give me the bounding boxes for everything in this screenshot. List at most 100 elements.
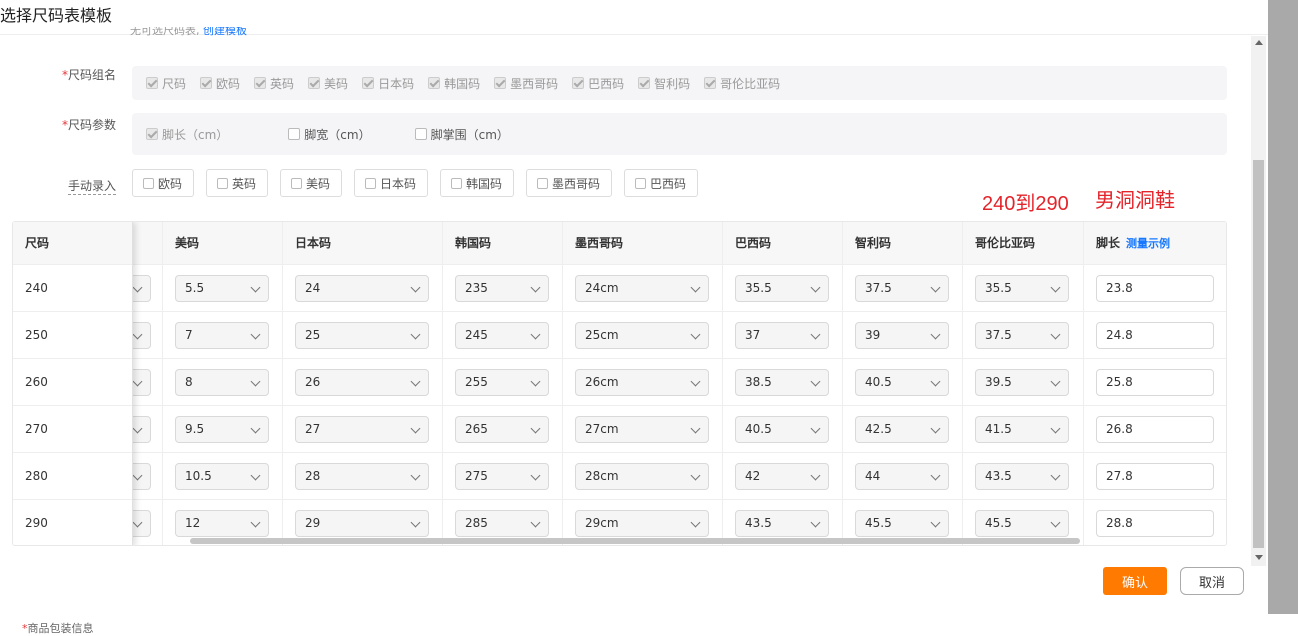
size-group-checkbox: 巴西码 bbox=[572, 75, 624, 92]
size-select[interactable]: 27 bbox=[295, 416, 429, 443]
size-select[interactable]: 10.5 bbox=[175, 463, 269, 490]
size-select[interactable]: 43.5 bbox=[975, 463, 1069, 490]
size-select[interactable]: 29cm bbox=[575, 510, 709, 537]
foot-length-input[interactable]: 26.8 bbox=[1096, 416, 1214, 443]
size-select[interactable]: 35.5 bbox=[975, 275, 1069, 302]
foot-length-input[interactable]: 23.8 bbox=[1096, 275, 1214, 302]
chevron-down-icon bbox=[810, 376, 821, 387]
chevron-down-icon bbox=[530, 282, 541, 293]
table-cell: 28 bbox=[283, 453, 443, 500]
size-select[interactable]: 44 bbox=[855, 463, 949, 490]
size-select[interactable]: 275 bbox=[455, 463, 549, 490]
size-select[interactable]: 38.5 bbox=[735, 369, 829, 396]
size-select[interactable]: 37 bbox=[735, 322, 829, 349]
size-select[interactable]: 42 bbox=[735, 463, 829, 490]
checkbox-label: 日本码 bbox=[378, 76, 415, 91]
size-select-value: 37.5 bbox=[865, 281, 892, 295]
column-header-label: 日本码 bbox=[295, 236, 332, 250]
size-select[interactable]: 27cm bbox=[575, 416, 709, 443]
size-select-value: 26 bbox=[305, 375, 321, 389]
foot-length-input[interactable]: 27.8 bbox=[1096, 463, 1214, 490]
manual-entry-option[interactable]: 日本码 bbox=[354, 169, 428, 197]
size-select[interactable]: 45.5 bbox=[855, 510, 949, 537]
checkbox-label: 英码 bbox=[270, 76, 295, 91]
size-select[interactable]: 40.5 bbox=[735, 416, 829, 443]
manual-entry-option[interactable]: 巴西码 bbox=[624, 169, 698, 197]
foot-length-input[interactable]: 24.8 bbox=[1096, 322, 1214, 349]
create-template-link[interactable]: 创建模板 bbox=[203, 27, 247, 37]
scroll-down-arrow-icon[interactable] bbox=[1255, 555, 1263, 560]
size-select[interactable]: 24cm bbox=[575, 275, 709, 302]
size-select[interactable]: 8 bbox=[175, 369, 269, 396]
confirm-button[interactable]: 确认 bbox=[1103, 567, 1167, 595]
dialog-scrollbar-thumb[interactable] bbox=[1253, 160, 1264, 548]
manual-entry-label: 美码 bbox=[306, 176, 331, 191]
size-select-value: 265 bbox=[465, 422, 488, 436]
scroll-up-arrow-icon[interactable] bbox=[1255, 40, 1263, 45]
manual-entry-option[interactable]: 美码 bbox=[280, 169, 342, 197]
checkbox-icon bbox=[143, 177, 154, 189]
size-select[interactable]: 39 bbox=[855, 322, 949, 349]
size-select-value: 44 bbox=[865, 469, 881, 483]
size-select[interactable]: 43.5 bbox=[735, 510, 829, 537]
size-select[interactable]: 7 bbox=[175, 322, 269, 349]
chevron-down-icon bbox=[930, 470, 941, 481]
size-select-value: 10.5 bbox=[185, 469, 212, 483]
chevron-down-icon bbox=[410, 470, 421, 481]
manual-entry-option[interactable]: 墨西哥码 bbox=[526, 169, 612, 197]
size-select-value: 40.5 bbox=[745, 422, 772, 436]
checkbox-icon bbox=[414, 128, 427, 140]
size-select[interactable]: 29 bbox=[295, 510, 429, 537]
size-param-checkbox[interactable]: 脚掌围（cm） bbox=[414, 126, 509, 143]
size-select[interactable]: 37.5 bbox=[855, 275, 949, 302]
package-info-label: *商品包装信息 bbox=[22, 622, 94, 635]
size-select-value: 24 bbox=[305, 281, 321, 295]
size-select[interactable]: 26 bbox=[295, 369, 429, 396]
foot-length-input[interactable]: 25.8 bbox=[1096, 369, 1214, 396]
manual-entry-option[interactable]: 欧码 bbox=[132, 169, 194, 197]
size-cell: 250 bbox=[13, 312, 132, 359]
manual-entry-option[interactable]: 韩国码 bbox=[440, 169, 514, 197]
table-horizontal-scrollbar[interactable] bbox=[190, 538, 1080, 544]
size-param-checkbox[interactable]: 脚宽（cm） bbox=[288, 126, 371, 143]
size-select[interactable]: 265 bbox=[455, 416, 549, 443]
table-cell: 23.8 bbox=[1084, 265, 1226, 312]
size-select[interactable]: 42.5 bbox=[855, 416, 949, 443]
size-select-value: 38.5 bbox=[745, 375, 772, 389]
size-select[interactable]: 12 bbox=[175, 510, 269, 537]
size-select[interactable]: 255 bbox=[455, 369, 549, 396]
size-select[interactable]: 24 bbox=[295, 275, 429, 302]
size-select-value: 42.5 bbox=[865, 422, 892, 436]
size-select[interactable]: 41.5 bbox=[975, 416, 1069, 443]
table-cell: 35.5 bbox=[963, 265, 1084, 312]
manual-entry-option[interactable]: 英码 bbox=[206, 169, 268, 197]
size-select[interactable]: 37.5 bbox=[975, 322, 1069, 349]
size-select[interactable]: 9.5 bbox=[175, 416, 269, 443]
size-select[interactable]: 39.5 bbox=[975, 369, 1069, 396]
size-select[interactable]: 235 bbox=[455, 275, 549, 302]
size-select[interactable]: 28 bbox=[295, 463, 429, 490]
table-row: 5.5 24 235 24cm 35.5 37.5 35.5 23.8 bbox=[13, 265, 1226, 312]
size-template-dialog: 选择尺码表模板 无可选尺码表, 创建模板 *尺码组名 尺码 欧码 英码 美码 日本码 韩国… bbox=[0, 0, 1268, 614]
size-select-value: 26cm bbox=[585, 375, 619, 389]
size-select[interactable]: 285 bbox=[455, 510, 549, 537]
table-header: 美码 日本码 韩国码 墨西哥码 巴西码 智利码 哥伦比亚码 脚长 测量示例 bbox=[13, 222, 1226, 265]
table-cell: 275 bbox=[443, 453, 563, 500]
size-select[interactable]: 26cm bbox=[575, 369, 709, 396]
checkbox-label: 美码 bbox=[324, 76, 349, 91]
size-select[interactable]: 245 bbox=[455, 322, 549, 349]
size-select[interactable]: 28cm bbox=[575, 463, 709, 490]
size-select[interactable]: 25cm bbox=[575, 322, 709, 349]
column-header: 美码 bbox=[163, 222, 283, 265]
measure-example-link[interactable]: 测量示例 bbox=[1126, 237, 1170, 250]
size-select[interactable]: 5.5 bbox=[175, 275, 269, 302]
table-cell: 37.5 bbox=[843, 265, 963, 312]
size-select[interactable]: 25 bbox=[295, 322, 429, 349]
size-select[interactable]: 45.5 bbox=[975, 510, 1069, 537]
foot-length-input[interactable]: 28.8 bbox=[1096, 510, 1214, 537]
size-select[interactable]: 35.5 bbox=[735, 275, 829, 302]
checkbox-label: 巴西码 bbox=[588, 76, 625, 91]
partial-column-header bbox=[133, 222, 163, 265]
size-select[interactable]: 40.5 bbox=[855, 369, 949, 396]
cancel-button[interactable]: 取消 bbox=[1180, 567, 1244, 595]
